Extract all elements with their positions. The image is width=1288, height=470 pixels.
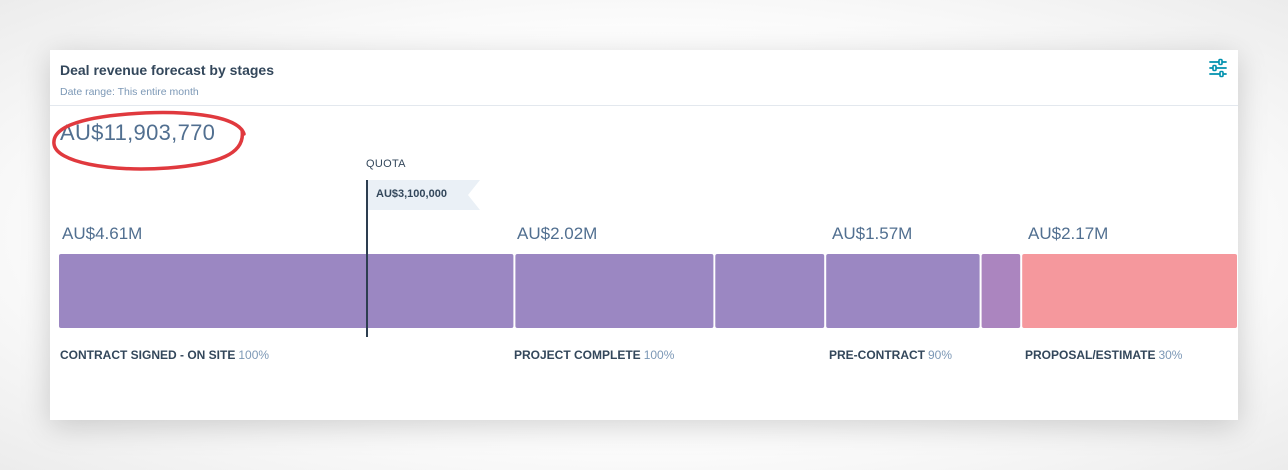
stage-value-project-complete: AU$2.02M <box>517 224 598 243</box>
bar-segment-1[interactable] <box>59 254 514 328</box>
bar-segment-6[interactable] <box>1022 254 1237 328</box>
stage-value-pre-contract: AU$1.57M <box>832 224 913 243</box>
bar-segment-3[interactable] <box>715 254 825 328</box>
stage-label-proposal[interactable]: PROPOSAL/ESTIMATE 30% <box>1025 348 1182 362</box>
stage-label-contract-signed[interactable]: CONTRACT SIGNED - ON SITE 100% <box>60 348 269 362</box>
bar-segment-4[interactable] <box>826 254 980 328</box>
page: Deal revenue forecast by stages Date ran… <box>0 0 1288 470</box>
bar-segment-2[interactable] <box>515 254 714 328</box>
stage-name: PROPOSAL/ESTIMATE <box>1025 348 1156 362</box>
bar-segment-5[interactable] <box>981 254 1021 328</box>
stage-percent: 30% <box>1158 348 1183 362</box>
quota-line <box>366 180 368 337</box>
report-card: Deal revenue forecast by stages Date ran… <box>50 50 1238 420</box>
stage-label-project-complete[interactable]: PROJECT COMPLETE 100% <box>514 348 674 362</box>
stage-percent: 100% <box>238 348 270 362</box>
quota-label: QUOTA <box>366 158 406 170</box>
stage-value-proposal: AU$2.17M <box>1028 224 1109 243</box>
stage-value-contract-signed: AU$4.61M <box>62 224 143 243</box>
stage-name: CONTRACT SIGNED - ON SITE <box>60 348 236 362</box>
quota-value: AU$3,100,000 <box>376 188 447 200</box>
stage-percent: 90% <box>928 348 953 362</box>
stage-label-pre-contract[interactable]: PRE-CONTRACT 90% <box>829 348 952 362</box>
stage-name: PROJECT COMPLETE <box>514 348 641 362</box>
stage-name: PRE-CONTRACT <box>829 348 925 362</box>
stage-percent: 100% <box>643 348 675 362</box>
